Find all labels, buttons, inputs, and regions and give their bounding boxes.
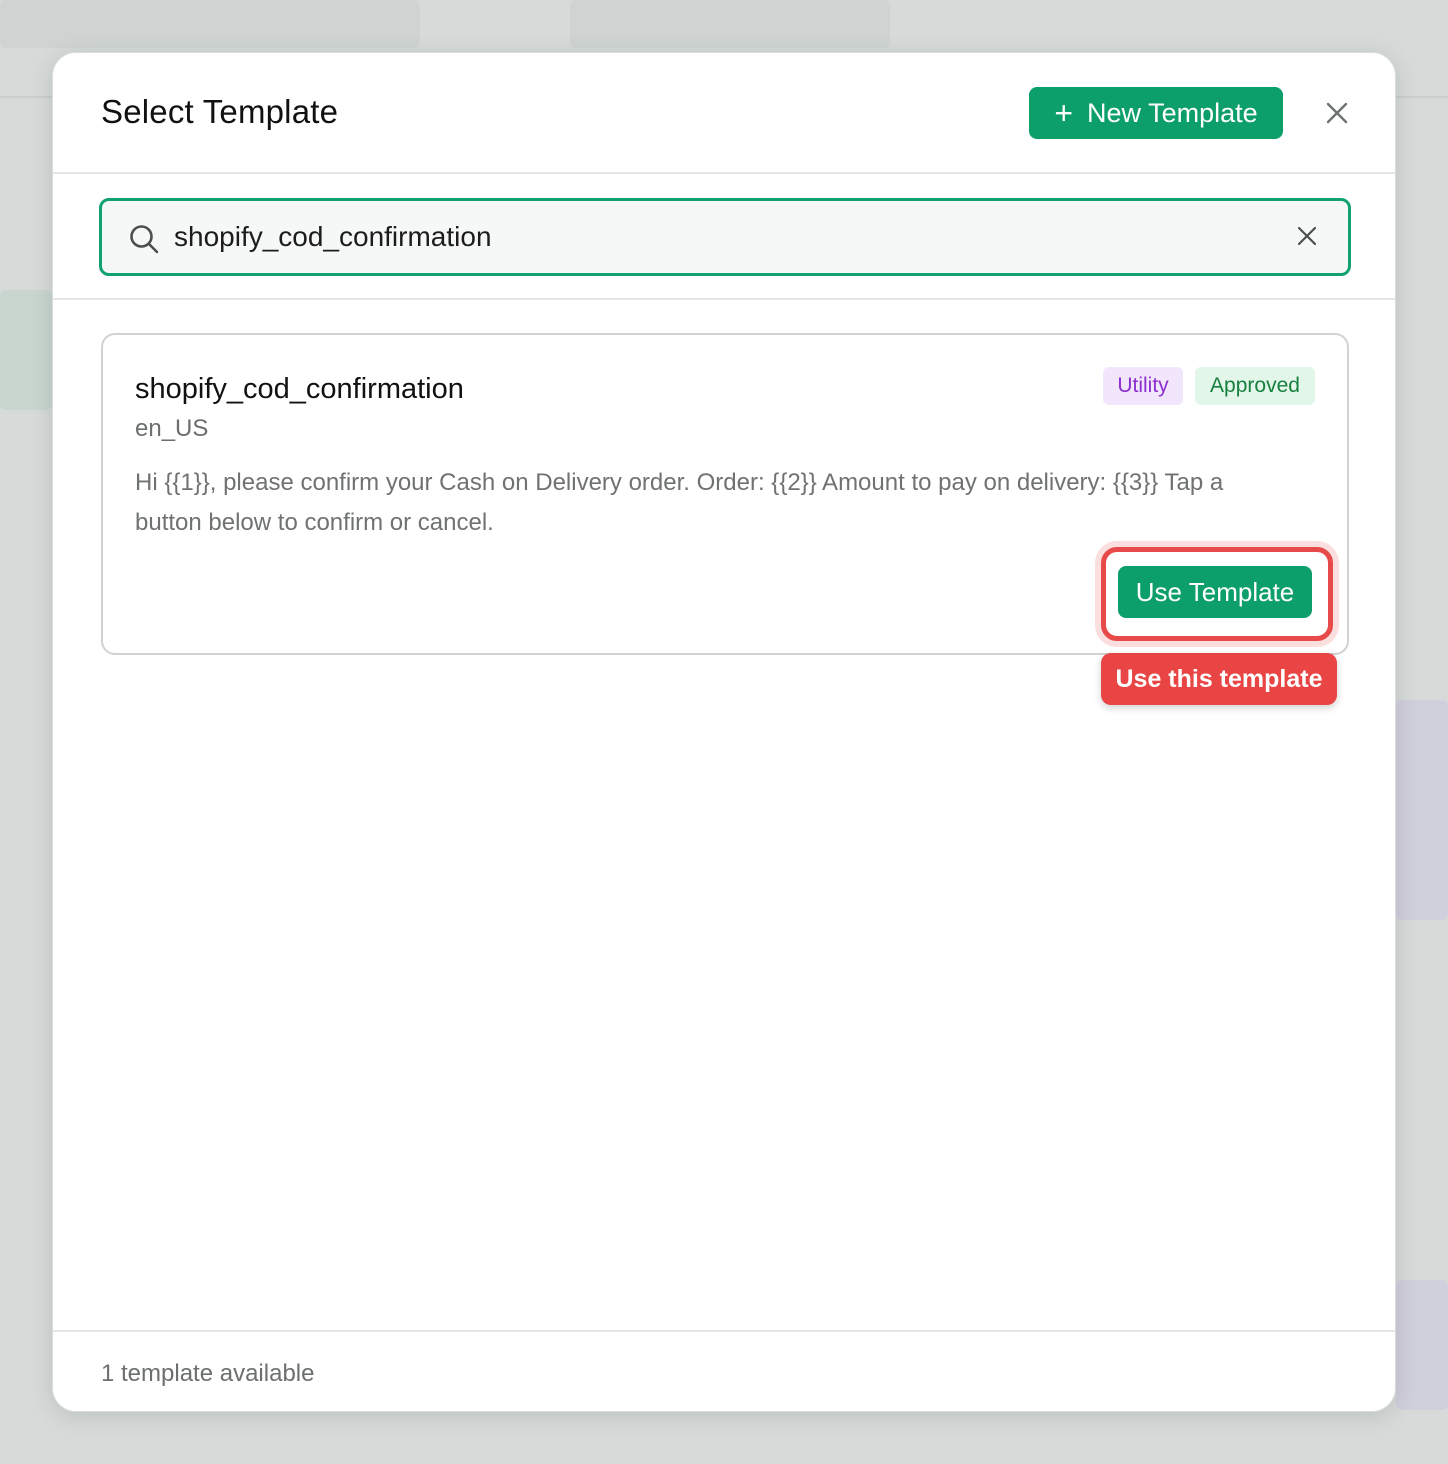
use-template-tooltip: Use this template: [1101, 653, 1337, 705]
search-section: [53, 174, 1395, 300]
new-template-label: New Template: [1087, 97, 1258, 128]
background-header: [0, 0, 420, 48]
close-icon[interactable]: [1321, 97, 1353, 129]
use-template-button[interactable]: Use Template: [1118, 566, 1312, 618]
plus-icon: +: [1054, 95, 1074, 131]
background-panel-lower: [1396, 1280, 1448, 1410]
template-count: 1 template available: [101, 1360, 315, 1387]
modal-footer: 1 template available: [53, 1330, 1395, 1411]
background-list-item: [0, 290, 52, 410]
clear-icon[interactable]: [1296, 225, 1318, 252]
select-template-modal: Select Template + New Template shopify_c…: [52, 52, 1396, 1412]
new-template-button[interactable]: + New Template: [1029, 87, 1283, 139]
search-box[interactable]: [99, 198, 1351, 276]
background-panel: [1396, 700, 1448, 920]
search-input[interactable]: [174, 217, 1274, 257]
search-icon: [128, 223, 160, 260]
modal-title: Select Template: [101, 93, 339, 130]
background-toolbar: [570, 0, 890, 48]
template-language: en_US: [135, 415, 209, 442]
category-badge: Utility: [1103, 367, 1183, 405]
use-template-highlight: Use Template: [1101, 547, 1333, 641]
modal-header: Select Template + New Template: [53, 53, 1395, 174]
template-card[interactable]: shopify_cod_confirmation en_US Utility A…: [101, 333, 1349, 655]
template-name: shopify_cod_confirmation: [135, 373, 464, 405]
template-body: Hi {{1}}, please confirm your Cash on De…: [135, 469, 1224, 536]
status-badge: Approved: [1195, 367, 1315, 405]
